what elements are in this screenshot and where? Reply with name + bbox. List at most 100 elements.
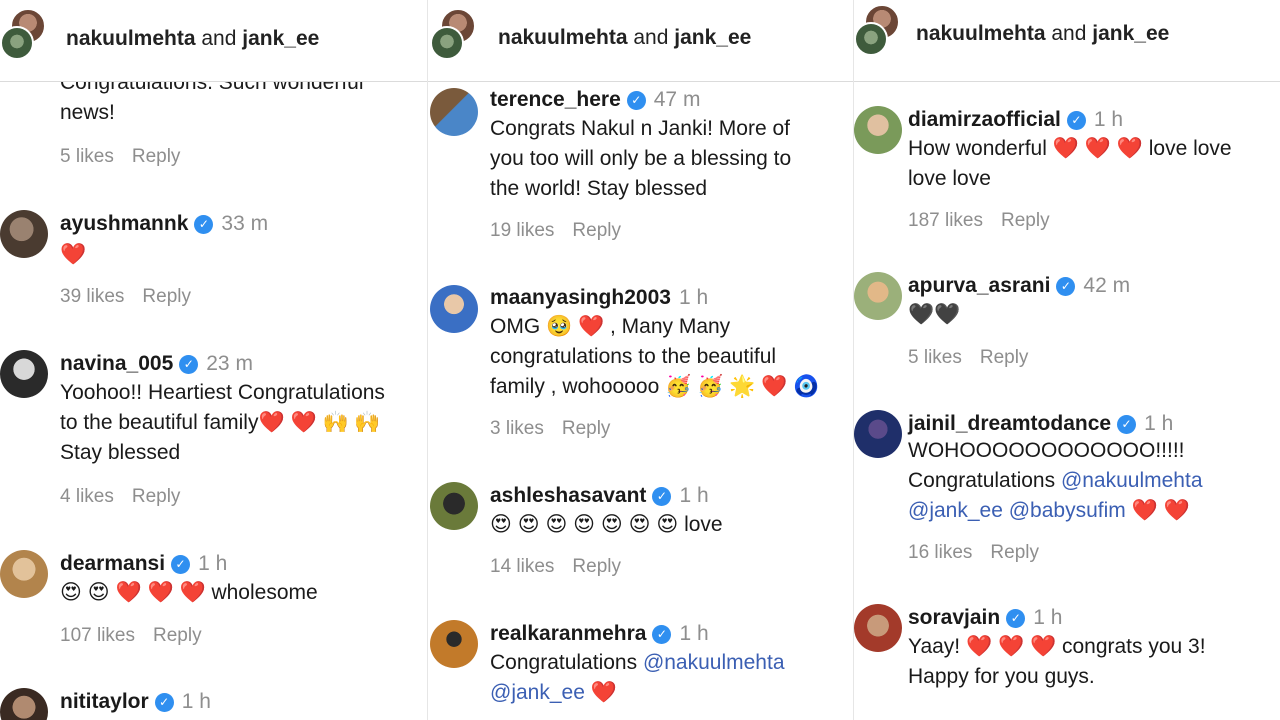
- comment-username[interactable]: terence_here: [490, 88, 621, 112]
- post-owners[interactable]: nakuulmehta and jank_ee: [66, 27, 319, 51]
- avatar[interactable]: [430, 88, 478, 136]
- screenshot-panel-1: nakuulmehta and jank_ee Congratulations.…: [0, 0, 427, 720]
- owner-username[interactable]: nakuulmehta: [66, 27, 196, 50]
- comment-username[interactable]: navina_005: [60, 352, 173, 376]
- comment-text: OMG 🥹 ❤️ , Many Many congratulations to …: [490, 315, 820, 398]
- avatar[interactable]: [0, 350, 48, 398]
- comment-time: 1 h: [1033, 606, 1063, 629]
- mention-link[interactable]: @jank_ee: [490, 681, 585, 704]
- group-avatars[interactable]: [854, 4, 904, 64]
- verified-badge-icon: ✓: [652, 624, 672, 644]
- comment-username[interactable]: dearmansi: [60, 552, 165, 576]
- text-part: Congratulations: [490, 651, 643, 674]
- and-label: and: [201, 27, 237, 50]
- reply-button[interactable]: Reply: [153, 625, 202, 646]
- likes-count[interactable]: 3 likes: [490, 418, 544, 439]
- avatar[interactable]: [854, 604, 902, 652]
- comment-meta: 14 likes Reply: [490, 556, 621, 578]
- likes-count[interactable]: 14 likes: [490, 556, 554, 577]
- reply-button[interactable]: Reply: [132, 146, 181, 167]
- avatar[interactable]: [430, 620, 478, 668]
- post-owners[interactable]: nakuulmehta and jank_ee: [498, 26, 751, 50]
- comment-time: 1 h: [1144, 412, 1174, 435]
- owner-username[interactable]: nakuulmehta: [498, 26, 628, 49]
- comment-username[interactable]: nititaylor: [60, 690, 149, 714]
- comment-meta: 5 likes Reply: [60, 146, 180, 168]
- owner-username[interactable]: nakuulmehta: [916, 22, 1046, 45]
- comment-time: 42 m: [1083, 274, 1131, 297]
- comment-time: 1 h: [679, 484, 709, 507]
- likes-count[interactable]: 19 likes: [490, 220, 554, 241]
- reply-button[interactable]: Reply: [572, 220, 621, 241]
- text-part: ❤️: [584, 681, 617, 704]
- avatar[interactable]: [0, 688, 48, 720]
- owner-username[interactable]: jank_ee: [242, 27, 319, 50]
- avatar: [430, 26, 464, 60]
- comment-meta: 3 likes Reply: [490, 418, 610, 440]
- mention-link[interactable]: @nakuulmehta: [1061, 469, 1203, 492]
- comment-username[interactable]: diamirzaofficial: [908, 108, 1061, 132]
- comment-time: 33 m: [221, 212, 269, 235]
- likes-count[interactable]: 4 likes: [60, 486, 114, 507]
- comment-meta: 5 likes Reply: [908, 347, 1028, 369]
- likes-count[interactable]: 107 likes: [60, 625, 135, 646]
- comment-text: Yoohoo!! Heartiest Congratulations to th…: [60, 381, 385, 464]
- likes-count[interactable]: 5 likes: [908, 347, 962, 368]
- comment-text: 😍 😍 ❤️ ❤️ ❤️ wholesome: [60, 581, 318, 604]
- and-label: and: [1051, 22, 1087, 45]
- screenshot-panel-2: nakuulmehta and jank_ee terence_here ✓ 4…: [427, 0, 853, 720]
- likes-count[interactable]: 5 likes: [60, 146, 114, 167]
- avatar[interactable]: [0, 210, 48, 258]
- comment-username[interactable]: ayushmannk: [60, 212, 188, 236]
- group-avatars[interactable]: [0, 8, 50, 68]
- verified-badge-icon: ✓: [1066, 110, 1086, 130]
- reply-button[interactable]: Reply: [980, 347, 1029, 368]
- comment-time: 47 m: [653, 88, 701, 111]
- chat-header: nakuulmehta and jank_ee: [428, 0, 853, 82]
- comment-header: diamirzaofficial ✓ 1 h: [908, 108, 1123, 132]
- comment-text: WOHOOOOOOOOOOOO!!!!! Congratulations @na…: [908, 436, 1278, 526]
- comment-meta: 16 likes Reply: [908, 542, 1039, 564]
- comment-header: jainil_dreamtodance ✓ 1 h: [908, 412, 1173, 436]
- avatar[interactable]: [430, 285, 478, 333]
- reply-button[interactable]: Reply: [990, 542, 1039, 563]
- comment-header: terence_here ✓ 47 m: [490, 88, 700, 112]
- reply-button[interactable]: Reply: [142, 286, 191, 307]
- avatar[interactable]: [854, 410, 902, 458]
- and-label: and: [633, 26, 669, 49]
- comment-username[interactable]: maanyasingh2003: [490, 286, 671, 310]
- owner-username[interactable]: jank_ee: [674, 26, 751, 49]
- comment-username[interactable]: apurva_asrani: [908, 274, 1050, 298]
- reply-button[interactable]: Reply: [132, 486, 181, 507]
- comment-header: soravjain ✓ 1 h: [908, 606, 1062, 630]
- reply-button[interactable]: Reply: [562, 418, 611, 439]
- mention-link[interactable]: @nakuulmehta: [643, 651, 785, 674]
- mention-link[interactable]: @babysufim: [1009, 499, 1126, 522]
- avatar[interactable]: [854, 272, 902, 320]
- group-avatars[interactable]: [430, 8, 480, 68]
- comment-text: 😍 😍 😍 😍 😍 😍 😍 love: [490, 513, 723, 536]
- comment-header: maanyasingh2003 1 h: [490, 286, 708, 310]
- comment-username[interactable]: ashleshasavant: [490, 484, 646, 508]
- comment-username[interactable]: soravjain: [908, 606, 1000, 630]
- comment-text: ❤️: [60, 243, 87, 266]
- likes-count[interactable]: 39 likes: [60, 286, 124, 307]
- comment-username[interactable]: jainil_dreamtodance: [908, 412, 1111, 436]
- avatar[interactable]: [0, 550, 48, 598]
- comment-text: 🖤🖤: [908, 303, 961, 326]
- avatar[interactable]: [430, 482, 478, 530]
- likes-count[interactable]: 187 likes: [908, 210, 983, 231]
- owner-username[interactable]: jank_ee: [1092, 22, 1169, 45]
- verified-badge-icon: ✓: [652, 486, 672, 506]
- verified-badge-icon: ✓: [154, 692, 174, 712]
- avatar[interactable]: [854, 106, 902, 154]
- post-owners[interactable]: nakuulmehta and jank_ee: [916, 22, 1169, 46]
- reply-button[interactable]: Reply: [1001, 210, 1050, 231]
- comment-text: Yaay! ❤️ ❤️ ❤️ congrats you 3! Happy for…: [908, 635, 1206, 688]
- mention-link[interactable]: @jank_ee: [908, 499, 1003, 522]
- avatar: [854, 22, 888, 56]
- comment-meta: 107 likes Reply: [60, 625, 202, 647]
- comment-username[interactable]: realkaranmehra: [490, 622, 646, 646]
- likes-count[interactable]: 16 likes: [908, 542, 972, 563]
- reply-button[interactable]: Reply: [572, 556, 621, 577]
